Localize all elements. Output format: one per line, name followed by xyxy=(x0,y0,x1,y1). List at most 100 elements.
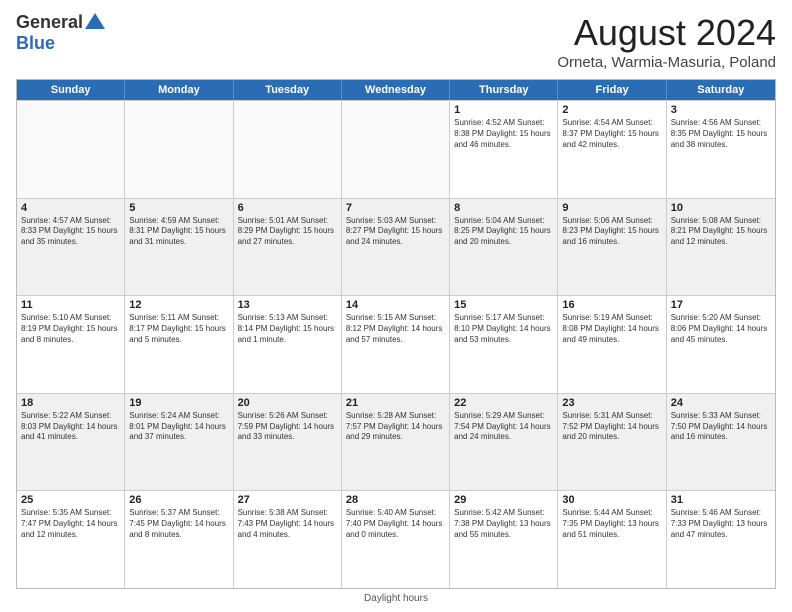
day-number: 5 xyxy=(129,202,228,214)
day-info: Sunrise: 4:56 AM Sunset: 8:35 PM Dayligh… xyxy=(671,118,771,150)
day-info: Sunrise: 5:01 AM Sunset: 8:29 PM Dayligh… xyxy=(238,216,337,248)
day-info: Sunrise: 5:26 AM Sunset: 7:59 PM Dayligh… xyxy=(238,411,337,443)
day-number: 11 xyxy=(21,299,120,311)
calendar-body: 1Sunrise: 4:52 AM Sunset: 8:38 PM Daylig… xyxy=(17,100,775,588)
calendar-header-cell: Tuesday xyxy=(234,80,342,100)
header: General Blue August 2024 Orneta, Warmia-… xyxy=(16,12,776,71)
calendar-cell: 31 Sunrise: 5:46 AM Sunset: 7:33 PM Dayli… xyxy=(667,491,775,588)
calendar-cell: 6 Sunrise: 5:01 AM Sunset: 8:29 PM Daylig… xyxy=(234,199,342,296)
day-info: Sunrise: 5:33 AM Sunset: 7:50 PM Dayligh… xyxy=(671,411,771,443)
day-number: 22 xyxy=(454,397,553,409)
day-number: 3 xyxy=(671,104,771,116)
calendar-cell: 12 Sunrise: 5:11 AM Sunset: 8:17 PM Dayli… xyxy=(125,296,233,393)
calendar-row: 11 Sunrise: 5:10 AM Sunset: 8:19 PM Dayli… xyxy=(17,295,775,393)
calendar-cell: 27Sunrise: 5:38 AM Sunset: 7:43 PM Dayli… xyxy=(234,491,342,588)
day-info: Sunrise: 5:28 AM Sunset: 7:57 PM Dayligh… xyxy=(346,411,445,443)
day-info: Sunrise: 5:40 AM Sunset: 7:40 PM Dayligh… xyxy=(346,508,445,540)
calendar-cell: 20 Sunrise: 5:26 AM Sunset: 7:59 PM Dayli… xyxy=(234,394,342,491)
day-number: 10 xyxy=(671,202,771,214)
calendar-cell: 3 Sunrise: 4:56 AM Sunset: 8:35 PM Daylig… xyxy=(667,101,775,198)
day-info: Sunrise: 5:20 AM Sunset: 8:06 PM Dayligh… xyxy=(671,313,771,345)
day-info: Sunrise: 5:35 AM Sunset: 7:47 PM Dayligh… xyxy=(21,508,120,540)
calendar-cell: 25 Sunrise: 5:35 AM Sunset: 7:47 PM Dayli… xyxy=(17,491,125,588)
day-number: 24 xyxy=(671,397,771,409)
logo-general-text: General xyxy=(16,12,83,33)
day-info: Sunrise: 5:44 AM Sunset: 7:35 PM Dayligh… xyxy=(562,508,661,540)
calendar-cell: 14 Sunrise: 5:15 AM Sunset: 8:12 PM Dayli… xyxy=(342,296,450,393)
day-number: 9 xyxy=(562,202,661,214)
title-section: August 2024 Orneta, Warmia-Masuria, Pola… xyxy=(557,12,776,71)
calendar-cell: 26Sunrise: 5:37 AM Sunset: 7:45 PM Dayli… xyxy=(125,491,233,588)
calendar-cell: 2Sunrise: 4:54 AM Sunset: 8:37 PM Daylig… xyxy=(558,101,666,198)
logo-blue-text: Blue xyxy=(16,33,55,54)
day-number: 30 xyxy=(562,494,661,506)
calendar-header-cell: Sunday xyxy=(17,80,125,100)
calendar-cell: 19Sunrise: 5:24 AM Sunset: 8:01 PM Dayli… xyxy=(125,394,233,491)
logo: General Blue xyxy=(16,12,105,54)
day-number: 23 xyxy=(562,397,661,409)
daylight-label: Daylight hours xyxy=(364,593,428,604)
calendar-row: 4 Sunrise: 4:57 AM Sunset: 8:33 PM Daylig… xyxy=(17,198,775,296)
day-info: Sunrise: 4:57 AM Sunset: 8:33 PM Dayligh… xyxy=(21,216,120,248)
day-info: Sunrise: 5:46 AM Sunset: 7:33 PM Dayligh… xyxy=(671,508,771,540)
day-number: 21 xyxy=(346,397,445,409)
day-number: 8 xyxy=(454,202,553,214)
day-info: Sunrise: 4:54 AM Sunset: 8:37 PM Dayligh… xyxy=(562,118,661,150)
day-number: 28 xyxy=(346,494,445,506)
calendar-row: 25 Sunrise: 5:35 AM Sunset: 7:47 PM Dayli… xyxy=(17,490,775,588)
day-info: Sunrise: 5:08 AM Sunset: 8:21 PM Dayligh… xyxy=(671,216,771,248)
day-number: 20 xyxy=(238,397,337,409)
day-number: 29 xyxy=(454,494,553,506)
day-number: 17 xyxy=(671,299,771,311)
logo-triangle-icon xyxy=(85,13,105,29)
day-number: 16 xyxy=(562,299,661,311)
calendar-cell xyxy=(125,101,233,198)
calendar-row: 18Sunrise: 5:22 AM Sunset: 8:03 PM Dayli… xyxy=(17,393,775,491)
day-number: 12 xyxy=(129,299,228,311)
day-info: Sunrise: 5:03 AM Sunset: 8:27 PM Dayligh… xyxy=(346,216,445,248)
day-info: Sunrise: 4:59 AM Sunset: 8:31 PM Dayligh… xyxy=(129,216,228,248)
calendar-cell: 15 Sunrise: 5:17 AM Sunset: 8:10 PM Dayli… xyxy=(450,296,558,393)
calendar-cell: 30 Sunrise: 5:44 AM Sunset: 7:35 PM Dayli… xyxy=(558,491,666,588)
day-number: 14 xyxy=(346,299,445,311)
calendar-cell: 29 Sunrise: 5:42 AM Sunset: 7:38 PM Dayli… xyxy=(450,491,558,588)
day-info: Sunrise: 5:10 AM Sunset: 8:19 PM Dayligh… xyxy=(21,313,120,345)
calendar-cell: 24 Sunrise: 5:33 AM Sunset: 7:50 PM Dayli… xyxy=(667,394,775,491)
calendar-cell xyxy=(17,101,125,198)
day-number: 15 xyxy=(454,299,553,311)
calendar: SundayMondayTuesdayWednesdayThursdayFrid… xyxy=(16,79,776,589)
calendar-header-cell: Friday xyxy=(558,80,666,100)
day-info: Sunrise: 5:19 AM Sunset: 8:08 PM Dayligh… xyxy=(562,313,661,345)
day-info: Sunrise: 5:42 AM Sunset: 7:38 PM Dayligh… xyxy=(454,508,553,540)
calendar-cell: 7 Sunrise: 5:03 AM Sunset: 8:27 PM Daylig… xyxy=(342,199,450,296)
day-number: 13 xyxy=(238,299,337,311)
calendar-cell: 23Sunrise: 5:31 AM Sunset: 7:52 PM Dayli… xyxy=(558,394,666,491)
day-number: 25 xyxy=(21,494,120,506)
calendar-cell: 10 Sunrise: 5:08 AM Sunset: 8:21 PM Dayli… xyxy=(667,199,775,296)
calendar-cell xyxy=(234,101,342,198)
calendar-header-cell: Monday xyxy=(125,80,233,100)
day-info: Sunrise: 5:04 AM Sunset: 8:25 PM Dayligh… xyxy=(454,216,553,248)
footer: Daylight hours xyxy=(16,589,776,604)
day-info: Sunrise: 5:24 AM Sunset: 8:01 PM Dayligh… xyxy=(129,411,228,443)
calendar-cell: 1Sunrise: 4:52 AM Sunset: 8:38 PM Daylig… xyxy=(450,101,558,198)
calendar-cell xyxy=(342,101,450,198)
day-number: 27 xyxy=(238,494,337,506)
day-info: Sunrise: 5:11 AM Sunset: 8:17 PM Dayligh… xyxy=(129,313,228,345)
day-info: Sunrise: 5:15 AM Sunset: 8:12 PM Dayligh… xyxy=(346,313,445,345)
calendar-cell: 21 Sunrise: 5:28 AM Sunset: 7:57 PM Dayli… xyxy=(342,394,450,491)
day-info: Sunrise: 5:17 AM Sunset: 8:10 PM Dayligh… xyxy=(454,313,553,345)
day-number: 7 xyxy=(346,202,445,214)
calendar-cell: 13Sunrise: 5:13 AM Sunset: 8:14 PM Dayli… xyxy=(234,296,342,393)
calendar-header-cell: Wednesday xyxy=(342,80,450,100)
day-info: Sunrise: 5:37 AM Sunset: 7:45 PM Dayligh… xyxy=(129,508,228,540)
day-number: 6 xyxy=(238,202,337,214)
main-title: August 2024 xyxy=(557,12,776,54)
calendar-cell: 18Sunrise: 5:22 AM Sunset: 8:03 PM Dayli… xyxy=(17,394,125,491)
calendar-cell: 17 Sunrise: 5:20 AM Sunset: 8:06 PM Dayli… xyxy=(667,296,775,393)
day-number: 4 xyxy=(21,202,120,214)
day-number: 31 xyxy=(671,494,771,506)
calendar-header-cell: Saturday xyxy=(667,80,775,100)
calendar-cell: 22Sunrise: 5:29 AM Sunset: 7:54 PM Dayli… xyxy=(450,394,558,491)
calendar-cell: 4 Sunrise: 4:57 AM Sunset: 8:33 PM Daylig… xyxy=(17,199,125,296)
